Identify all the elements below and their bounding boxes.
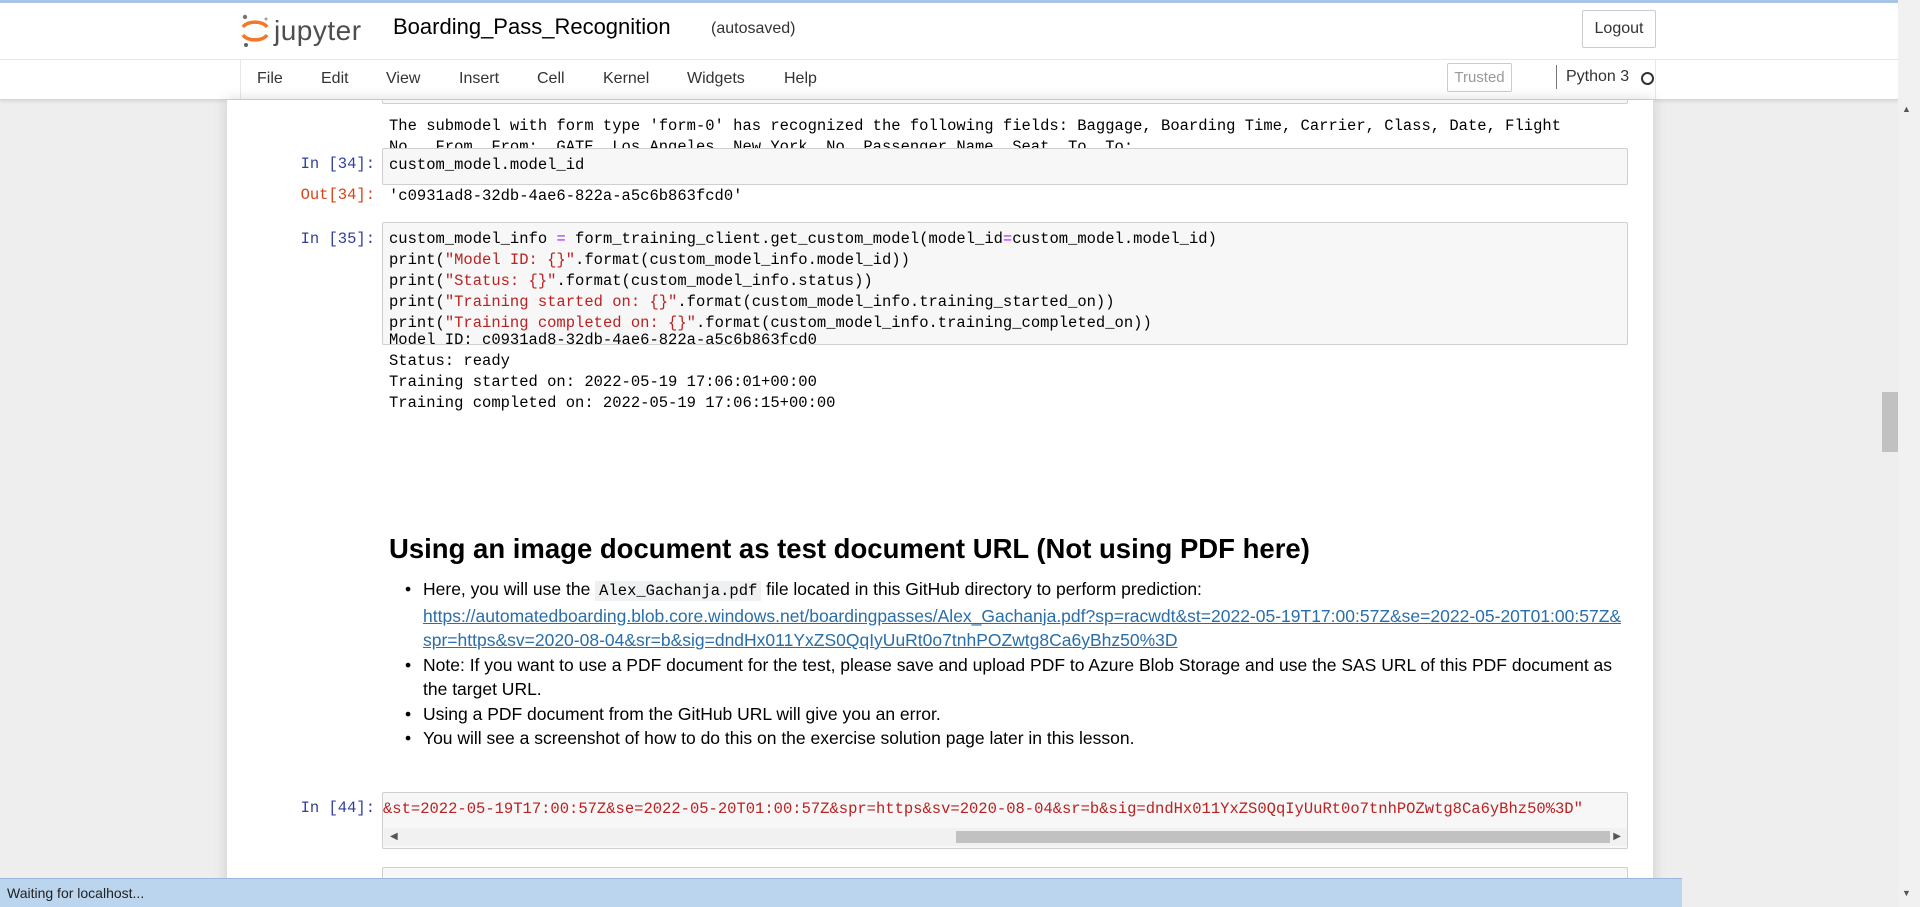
bullet-text: Here, you will use the xyxy=(423,579,596,599)
menu-help[interactable]: Help xyxy=(784,70,817,88)
menu-insert[interactable]: Insert xyxy=(459,70,499,88)
scroll-down-arrow-icon[interactable]: ▼ xyxy=(1902,888,1911,898)
scroll-right-arrow-icon[interactable]: ▶ xyxy=(1613,831,1621,842)
code-line: print("Status: {}".format(custom_model_i… xyxy=(389,272,873,290)
sas-url-link[interactable]: https://automatedboarding.blob.core.wind… xyxy=(423,606,1621,651)
menu-cell[interactable]: Cell xyxy=(537,70,565,88)
notebook-header: jupyter Boarding_Pass_Recognition (autos… xyxy=(0,3,1898,59)
cell-output: Model ID: c0931ad8-32db-4ae6-822a-a5c6b8… xyxy=(389,330,835,414)
bullet-text: file located in this GitHub directory to… xyxy=(761,579,1202,599)
notebook-container: The submodel with form type 'form-0' has… xyxy=(227,100,1653,907)
prev-output-line: The submodel with form type 'form-0' has… xyxy=(389,117,1561,135)
code-cell-input[interactable]: custom_model_info = form_training_client… xyxy=(382,222,1628,345)
jupyter-logo-icon xyxy=(241,14,269,47)
prev-cell-input-edge[interactable] xyxy=(382,100,1628,104)
markdown-bullet-list: Here, you will use the Alex_Gachanja.pdf… xyxy=(389,577,1629,751)
trusted-indicator[interactable]: Trusted xyxy=(1447,63,1512,92)
scroll-left-arrow-icon[interactable]: ◀ xyxy=(390,831,398,842)
markdown-bullet: Note: If you want to use a PDF document … xyxy=(389,653,1629,702)
page-vertical-scrollbar[interactable] xyxy=(1898,0,1920,907)
browser-status-bar: Waiting for localhost... xyxy=(0,878,1682,907)
kernel-idle-icon xyxy=(1641,72,1654,85)
notebook-title[interactable]: Boarding_Pass_Recognition xyxy=(393,14,671,40)
code-cell-input[interactable]: custom_model.model_id xyxy=(382,148,1628,185)
scroll-up-arrow-icon[interactable]: ▲ xyxy=(1902,104,1911,114)
output-prompt: Out[34]: xyxy=(300,186,375,204)
notebook-scrollbar-thumb[interactable] xyxy=(1882,392,1898,452)
kernel-name[interactable]: Python 3 xyxy=(1566,68,1629,86)
code-block: custom_model_info = form_training_client… xyxy=(389,229,1217,334)
cell-output: 'c0931ad8-32db-4ae6-822a-a5c6b863fcd0' xyxy=(389,187,743,205)
logout-button[interactable]: Logout xyxy=(1582,10,1656,48)
menu-file[interactable]: File xyxy=(257,70,283,88)
cell-horizontal-scrollbar[interactable]: ◀ ▶ xyxy=(384,828,1627,846)
input-prompt: In [44]: xyxy=(300,799,375,817)
kernel-separator xyxy=(1556,65,1557,89)
inline-code: Alex_Gachanja.pdf xyxy=(595,581,762,601)
markdown-bullet: Here, you will use the Alex_Gachanja.pdf… xyxy=(389,577,1629,653)
menu-view[interactable]: View xyxy=(386,70,420,88)
code-line: custom_model_info = form_training_client… xyxy=(389,230,1217,248)
logo-wordmark: jupyter xyxy=(274,15,362,46)
input-prompt: In [35]: xyxy=(300,230,375,248)
menu-widgets[interactable]: Widgets xyxy=(687,70,745,88)
markdown-bullet: Using a PDF document from the GitHub URL… xyxy=(389,702,1629,727)
output-line: Model ID: c0931ad8-32db-4ae6-822a-a5c6b8… xyxy=(389,331,817,349)
menu-kernel[interactable]: Kernel xyxy=(603,70,649,88)
jupyter-logo[interactable]: jupyter xyxy=(240,11,362,51)
menu-edit[interactable]: Edit xyxy=(321,70,349,88)
code-line: &st=2022-05-19T17:00:57Z&se=2022-05-20T0… xyxy=(383,800,1583,818)
code-line: print("Model ID: {}".format(custom_model… xyxy=(389,251,910,269)
markdown-bullet: You will see a screenshot of how to do t… xyxy=(389,726,1629,751)
output-line: Training completed on: 2022-05-19 17:06:… xyxy=(389,394,836,412)
code-line: custom_model.model_id xyxy=(389,156,585,174)
scrollbar-thumb[interactable] xyxy=(956,831,1610,843)
output-line: Training started on: 2022-05-19 17:06:01… xyxy=(389,373,817,391)
code-line: print("Training started on: {}".format(c… xyxy=(389,293,1115,311)
output-line: Status: ready xyxy=(389,352,510,370)
autosave-status: (autosaved) xyxy=(711,20,796,37)
menu-items: File Edit View Insert Cell Kernel Widget… xyxy=(240,60,1656,99)
markdown-heading: Using an image document as test document… xyxy=(389,533,1310,564)
input-prompt: In [34]: xyxy=(300,155,375,173)
